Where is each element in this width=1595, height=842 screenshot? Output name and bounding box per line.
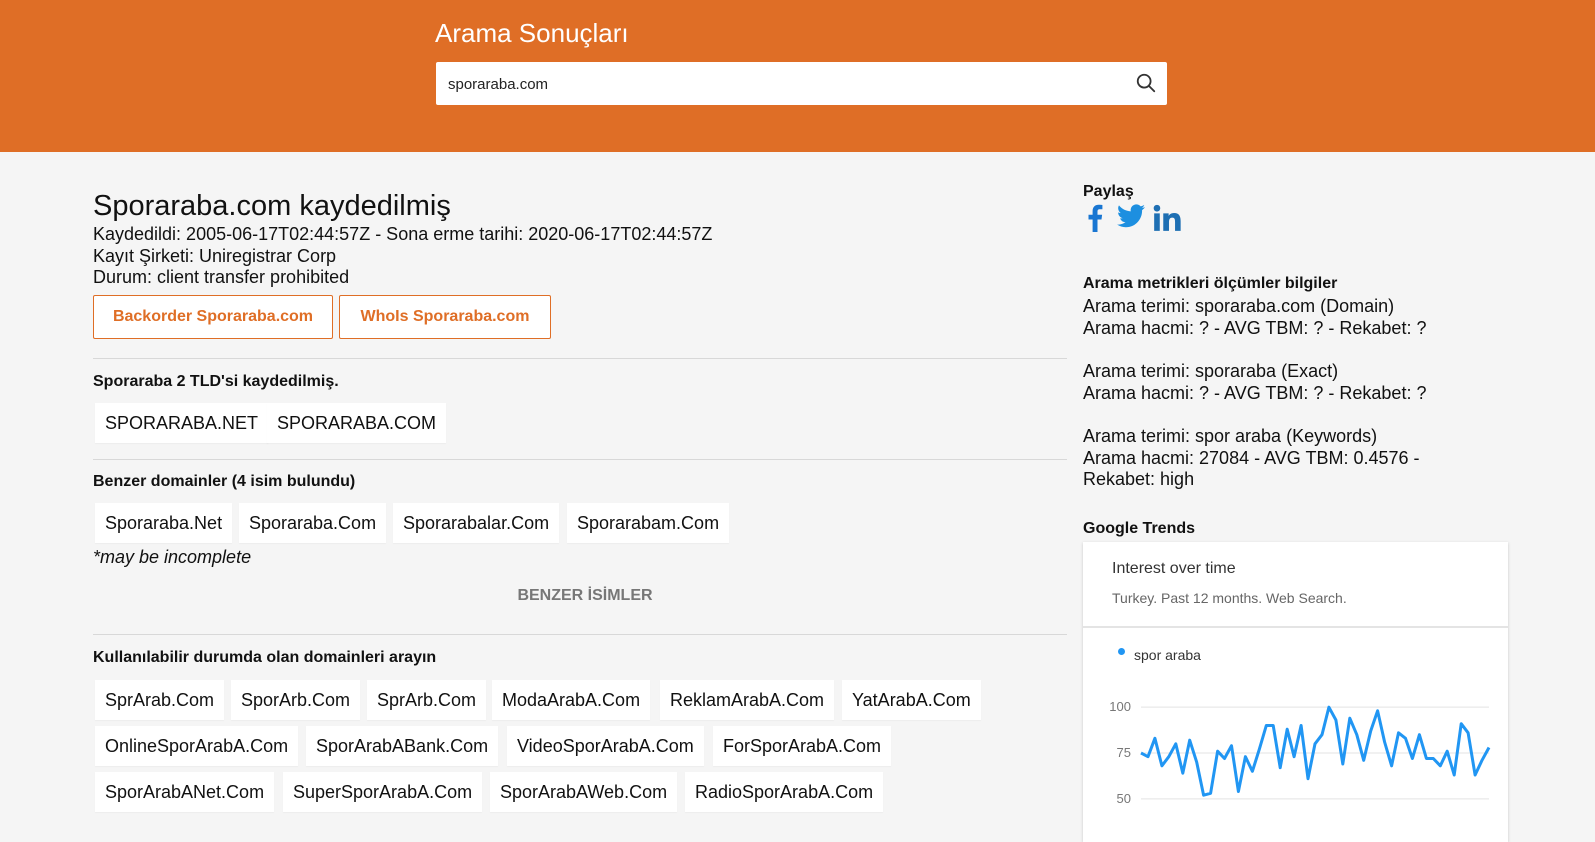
page-title: Arama Sonuçları [435, 18, 629, 48]
similar-domain-chip[interactable]: Sporarabalar.Com [393, 503, 560, 543]
similar-names-button[interactable]: BENZER İSİMLER [93, 587, 1077, 605]
domain-title: Sporaraba.com kaydedilmiş [93, 190, 451, 222]
available-domain-chip[interactable]: YatArabA.Com [842, 680, 981, 720]
metric-term: Arama terimi: sporaraba (Exact) [1083, 361, 1339, 381]
trends-subtitle: Turkey. Past 12 months. Web Search. [1112, 590, 1347, 606]
metric-volume: Arama hacmi: 27084 - AVG TBM: 0.4576 - [1083, 448, 1420, 468]
header-bar: Arama Sonuçları [0, 0, 1595, 152]
legend-dot [1118, 648, 1125, 655]
facebook-icon[interactable] [1087, 204, 1103, 232]
series-line-spor-araba [1140, 705, 1491, 797]
trends-line-chart: 100 75 50 [1109, 699, 1491, 806]
registrar-line: Kayıt Şirketi: Uniregistrar Corp [93, 246, 337, 266]
tld-chip[interactable]: SPORARABA.NET [95, 403, 269, 443]
available-domain-chip[interactable]: OnlineSporArabA.Com [95, 726, 299, 766]
available-domain-chip[interactable]: ModaArabA.Com [492, 680, 651, 720]
search-box[interactable] [436, 62, 1167, 107]
available-domain-chip[interactable]: SporArb.Com [231, 680, 361, 720]
similar-domain-chip[interactable]: Sporarabam.Com [567, 503, 730, 543]
similar-domain-chip[interactable]: Sporaraba.Com [239, 503, 387, 543]
metric-term: Arama terimi: spor araba (Keywords) [1083, 426, 1378, 446]
metric-term: Arama terimi: sporaraba.com (Domain) [1083, 296, 1395, 316]
search-icon[interactable] [1135, 72, 1157, 94]
available-domain-chip[interactable]: SprArab.Com [95, 680, 225, 720]
available-heading: Kullanılabilir durumda olan domainleri a… [93, 649, 437, 666]
trends-widget: Interest over time Turkey. Past 12 month… [1083, 542, 1508, 842]
metric-volume: Arama hacmi: ? - AVG TBM: ? - Rekabet: ? [1083, 383, 1427, 403]
similar-heading: Benzer domainler (4 isim bulundu) [93, 473, 356, 490]
available-domain-chip[interactable]: SuperSporArabA.Com [283, 772, 483, 812]
tld-heading: Sporaraba 2 TLD'si kaydedilmiş. [93, 373, 339, 390]
share-icons [1083, 204, 1203, 234]
available-domain-chip[interactable]: RadioSporArabA.Com [685, 772, 884, 812]
linkedin-icon[interactable] [1153, 204, 1181, 232]
y-tick-label: 100 [1109, 699, 1131, 714]
available-domain-chip[interactable]: ForSporArabA.Com [713, 726, 892, 766]
share-heading: Paylaş [1083, 183, 1134, 200]
tld-chip[interactable]: SPORARABA.COM [267, 403, 447, 443]
trends-title: Interest over time [1112, 560, 1236, 577]
available-domain-chip[interactable]: SporArabANet.Com [95, 772, 275, 812]
backorder-button[interactable]: Backorder Sporaraba.com [93, 295, 333, 339]
trends-heading: Google Trends [1083, 520, 1196, 537]
twitter-icon[interactable] [1117, 204, 1145, 228]
available-domain-chip[interactable]: SprArb.Com [367, 680, 487, 720]
divider [93, 358, 1067, 359]
legend-label: spor araba [1134, 647, 1201, 663]
metrics-heading: Arama metrikleri ölçümler bilgiler [1083, 275, 1338, 292]
status-line: Durum: client transfer prohibited [93, 267, 350, 287]
registered-date-line: Kaydedildi: 2005-06-17T02:44:57Z - Sona … [93, 224, 713, 244]
available-domain-chip[interactable]: VideoSporArabA.Com [507, 726, 704, 766]
similar-domain-chip[interactable]: Sporaraba.Net [95, 503, 233, 543]
incomplete-note: *may be incomplete [93, 547, 252, 567]
y-tick-label: 75 [1117, 745, 1131, 760]
y-tick-label: 50 [1117, 791, 1131, 806]
whois-button[interactable]: WhoIs Sporaraba.com [339, 295, 551, 339]
search-input[interactable] [446, 62, 1130, 107]
metric-volume: Arama hacmi: ? - AVG TBM: ? - Rekabet: ? [1083, 318, 1427, 338]
divider [1083, 626, 1508, 628]
metric-volume-cont: Rekabet: high [1083, 469, 1195, 489]
available-domain-chip[interactable]: SporArabABank.Com [306, 726, 499, 766]
available-domain-chip[interactable]: SporArabAWeb.Com [490, 772, 678, 812]
divider [93, 634, 1067, 635]
available-domain-chip[interactable]: ReklamArabA.Com [660, 680, 835, 720]
divider [93, 459, 1067, 460]
